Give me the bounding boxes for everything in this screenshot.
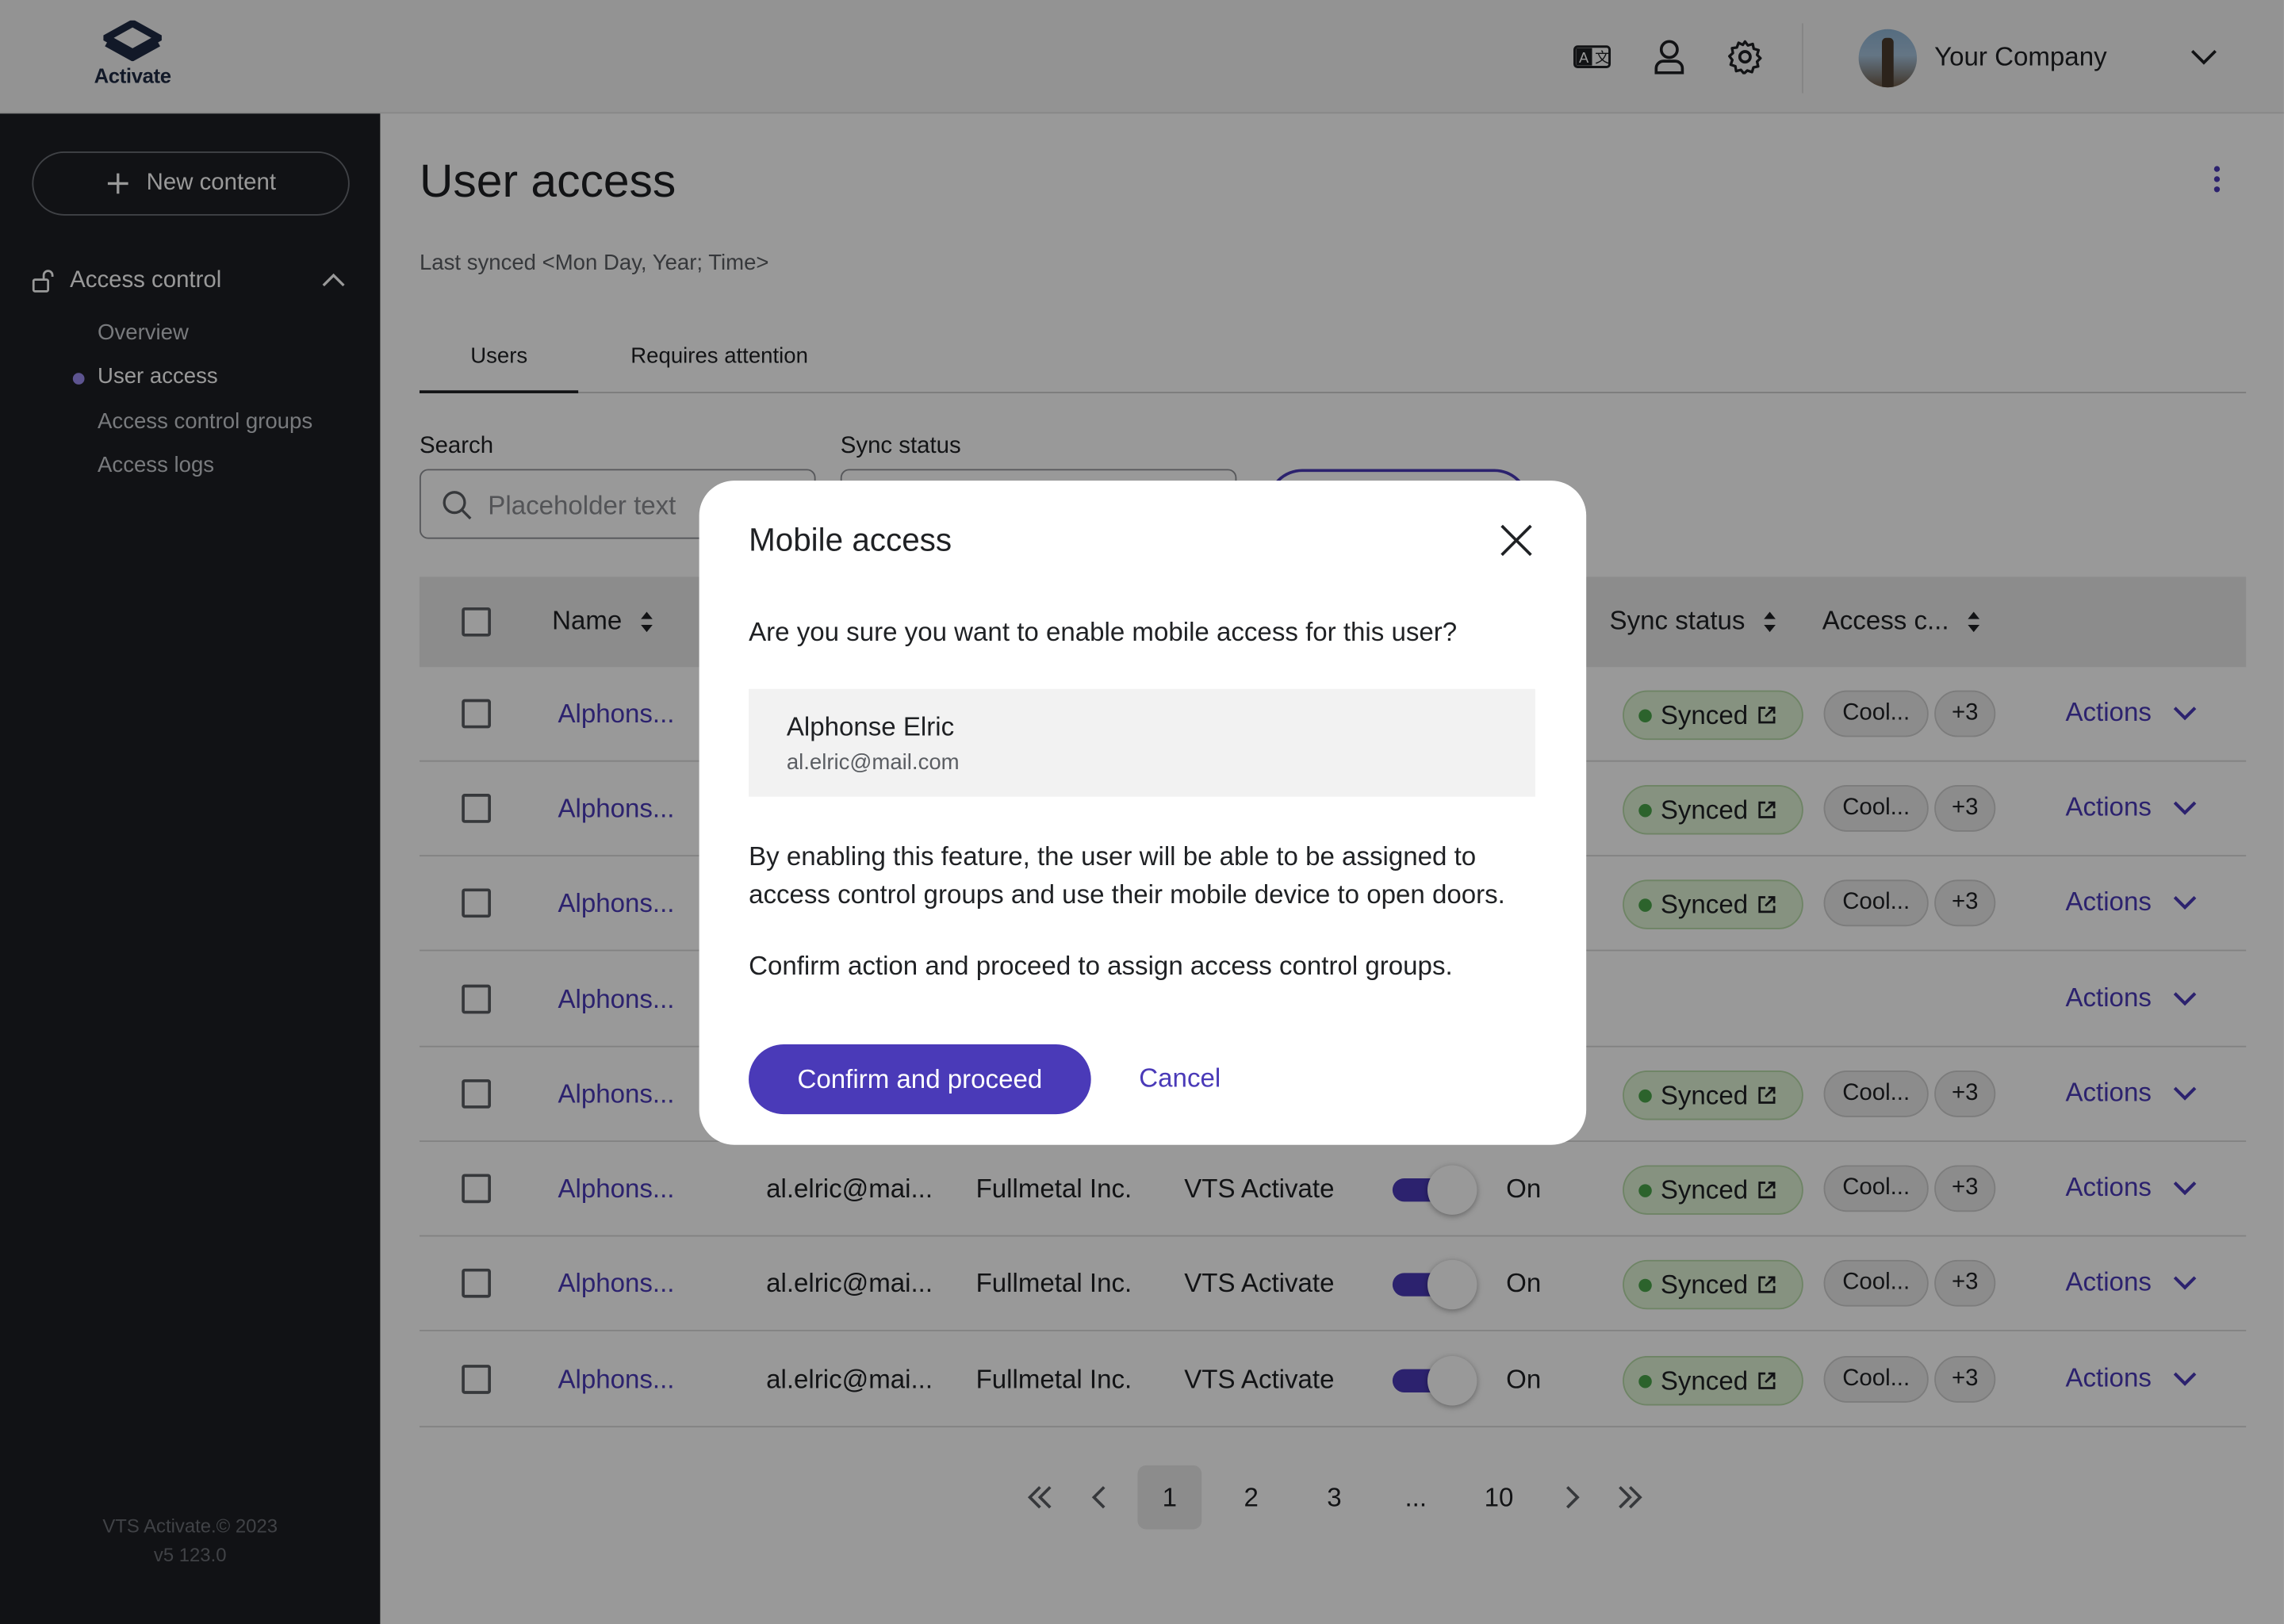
- cancel-button[interactable]: Cancel: [1139, 1063, 1221, 1094]
- app-root: Activate A文 Your Company New content Acc…: [0, 0, 2284, 1624]
- user-card: Alphonse Elric al.elric@mail.com: [749, 688, 1535, 797]
- user-email: al.elric@mail.com: [786, 749, 960, 776]
- close-icon[interactable]: [1497, 522, 1535, 560]
- confirm-and-proceed-button[interactable]: Confirm and proceed: [749, 1044, 1091, 1115]
- dialog-title: Mobile access: [749, 521, 952, 558]
- dialog-description: By enabling this feature, the user will …: [749, 841, 1505, 910]
- dialog-question: Are you sure you want to enable mobile a…: [749, 617, 1458, 647]
- user-name: Alphonse Elric: [786, 712, 955, 741]
- dialog-instruction: Confirm action and proceed to assign acc…: [749, 951, 1453, 981]
- mobile-access-dialog: Mobile access Are you sure you want to e…: [699, 481, 1587, 1145]
